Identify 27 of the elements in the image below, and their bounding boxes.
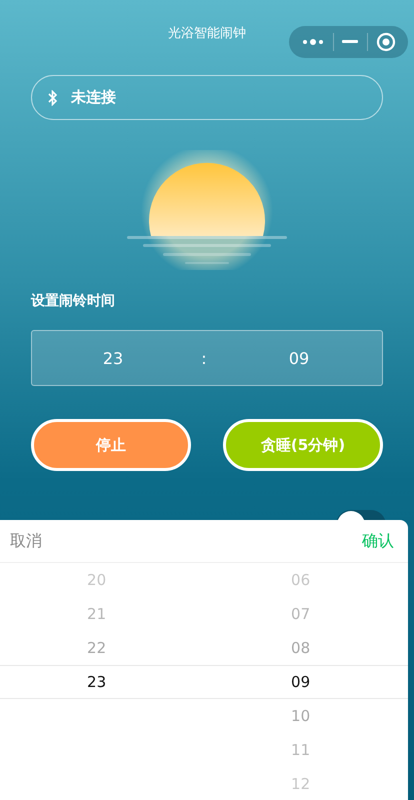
picker-option[interactable]: 23 [87, 665, 106, 699]
close-icon[interactable] [376, 32, 396, 52]
confirm-button[interactable]: 确认 [362, 530, 394, 552]
picker-option[interactable]: 21 [87, 597, 106, 631]
cancel-button[interactable]: 取消 [10, 530, 42, 552]
minute-value: 09 [288, 348, 310, 368]
picker-option[interactable]: 06 [291, 563, 310, 597]
picker-option[interactable]: 08 [291, 631, 310, 665]
picker-option[interactable]: 09 [291, 665, 310, 699]
section-title: 设置闹铃时间 [31, 292, 116, 310]
stop-button[interactable]: 停止 [31, 419, 191, 471]
snooze-button[interactable]: 贪睡(5分钟) [223, 419, 383, 471]
bluetooth-status-field[interactable]: 未连接 [31, 75, 383, 120]
minimize-icon[interactable] [342, 40, 358, 44]
picker-option[interactable]: 07 [291, 597, 310, 631]
more-icon[interactable] [301, 36, 326, 48]
picker-option[interactable]: 22 [87, 631, 106, 665]
page-title: 光浴智能闹钟 [168, 25, 246, 42]
time-separator: : [200, 348, 208, 368]
picker-option[interactable]: 11 [291, 733, 310, 767]
picker-option[interactable]: 20 [87, 563, 106, 597]
connection-status: 未连接 [71, 88, 116, 107]
picker-option[interactable]: 10 [291, 699, 310, 733]
time-display[interactable]: 23 : 09 [31, 330, 383, 386]
bluetooth-icon [48, 90, 58, 106]
hour-value: 23 [102, 348, 124, 368]
picker-option[interactable]: 12 [291, 767, 310, 800]
